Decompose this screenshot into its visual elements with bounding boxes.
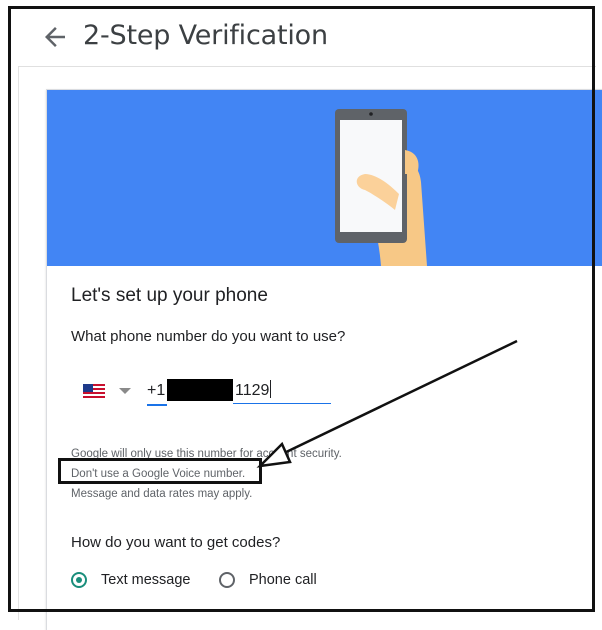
redacted-digits [167,379,233,401]
note-google-voice: Don't use a Google Voice number. [71,468,246,480]
chevron-down-icon [119,388,131,394]
country-code-field[interactable]: +1 [147,378,167,406]
note-security: Google will only use this number for acc… [71,448,342,460]
text-cursor [270,380,272,398]
phone-notes: Google will only use this number for acc… [71,444,342,504]
phone-visible-digits: 1129 [235,382,270,399]
option-text-message-label: Text message [101,572,191,588]
left-edge-divider [18,8,19,620]
note-rates: Message and data rates may apply. [71,488,253,500]
codes-question: How do you want to get codes? [71,534,281,551]
back-button[interactable] [40,22,70,52]
hero-banner [47,90,602,266]
arrow-left-icon [45,27,65,47]
us-flag-icon [83,384,105,398]
phone-question: What phone number do you want to use? [71,328,346,345]
top-bar: 2-Step Verification [18,8,596,67]
setup-heading: Let's set up your phone [71,285,268,306]
page-title: 2-Step Verification [83,20,328,51]
country-code-select[interactable] [81,380,137,402]
phone-in-hand-illustration [335,109,427,266]
phone-number-input[interactable]: 1129 [167,378,335,404]
setup-card: Let's set up your phone What phone numbe… [46,89,602,630]
option-phone-call-label: Phone call [249,572,317,588]
phone-visible-wrapper: 1129 [233,378,331,404]
radio-text-message[interactable] [71,572,87,588]
radio-phone-call[interactable] [219,572,235,588]
